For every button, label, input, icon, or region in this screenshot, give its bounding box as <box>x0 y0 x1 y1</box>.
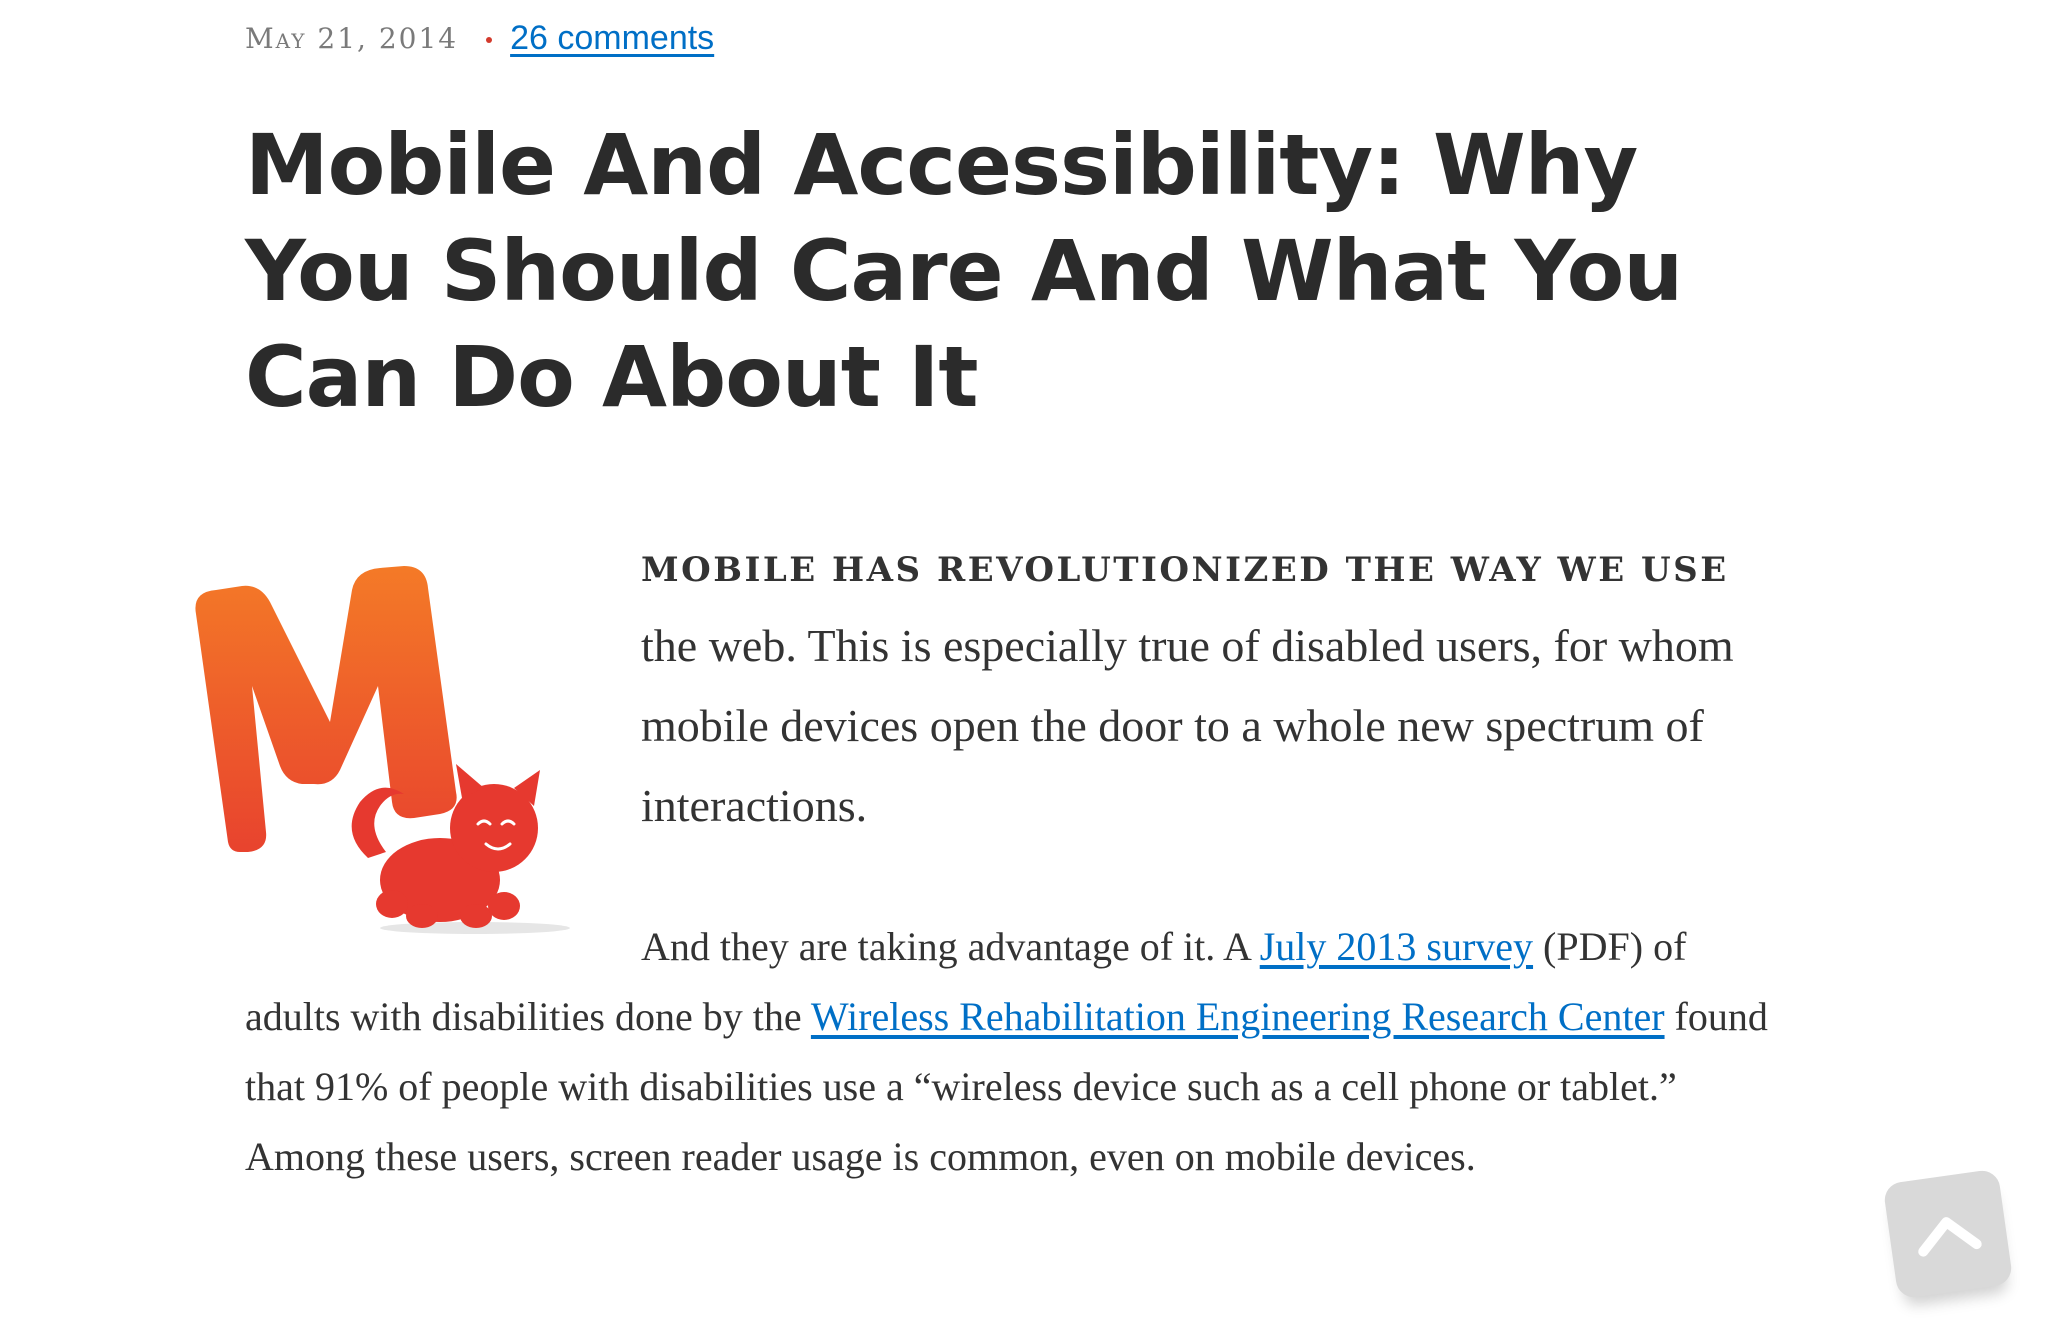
page-title: Mobile And Accessibility: Why You Should… <box>245 116 1683 426</box>
body-paragraph: And they are taking advantage of it. A J… <box>245 912 1785 1192</box>
chevron-up-icon <box>1918 1217 1982 1257</box>
research-center-link[interactable]: Wireless Rehabilitation Engineering Rese… <box>811 994 1665 1039</box>
paragraph-text-1: And they are taking advantage of it. A <box>641 924 1260 969</box>
article-lead: Mobile has revolutionized the way we use… <box>641 548 1771 846</box>
lead-text: the web. This is especially true of disa… <box>641 620 1734 831</box>
meta-separator-dot <box>486 37 493 43</box>
publish-date: May 21, 2014 <box>245 21 459 55</box>
comments-link[interactable]: 26 comments <box>510 19 714 58</box>
lead-small-caps: Mobile has revolutionized the way we use <box>641 550 1729 590</box>
smashing-magazine-m-cat-logo <box>195 566 570 934</box>
article-meta: May 21, 2014 26 comments <box>245 16 714 60</box>
scroll-to-top-button[interactable] <box>1882 1168 2014 1300</box>
survey-link[interactable]: July 2013 survey <box>1260 924 1533 969</box>
